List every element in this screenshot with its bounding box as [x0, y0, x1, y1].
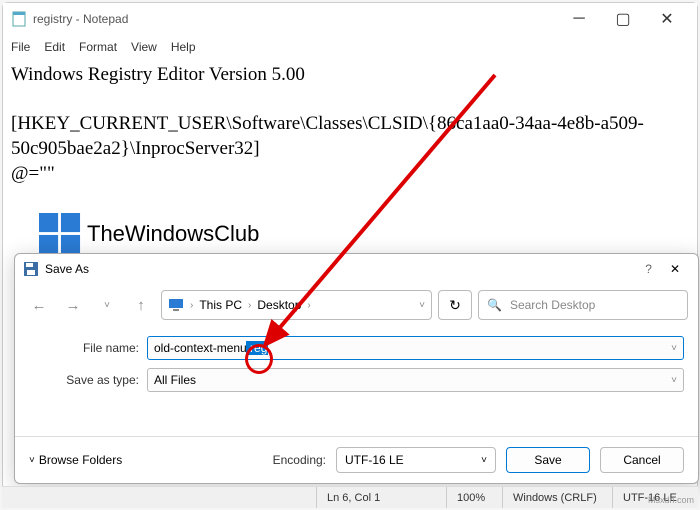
status-eol: Windows (CRLF) — [502, 487, 612, 508]
filename-text: old-context-menu — [154, 341, 247, 355]
type-label: Save as type: — [29, 373, 147, 387]
dialog-body: File name: old-context-menu.reg ˅ Save a… — [15, 326, 698, 436]
content-line: Windows Registry Editor Version 5.00 — [11, 63, 689, 88]
back-button[interactable]: ← — [25, 291, 53, 319]
minimize-button[interactable]: ─ — [557, 4, 601, 34]
close-button[interactable]: ✕ — [645, 4, 689, 34]
breadcrumb[interactable]: › This PC › Desktop › ˅ — [161, 290, 432, 320]
filename-selection: .reg — [246, 341, 269, 355]
menu-help[interactable]: Help — [171, 40, 196, 54]
cancel-button[interactable]: Cancel — [600, 447, 684, 473]
recent-dropdown-icon[interactable]: ˅ — [93, 291, 121, 319]
chevron-down-icon[interactable]: ˅ — [671, 343, 677, 354]
pc-icon — [168, 297, 184, 313]
refresh-button[interactable]: ↻ — [438, 290, 472, 320]
browse-folders-toggle[interactable]: ˅ Browse Folders — [29, 453, 122, 467]
menu-file[interactable]: File — [11, 40, 30, 54]
encoding-value: UTF-16 LE — [345, 453, 404, 467]
content-line: @="" — [11, 162, 689, 187]
search-placeholder: Search Desktop — [510, 298, 595, 312]
chevron-right-icon: › — [190, 300, 193, 311]
encoding-select[interactable]: UTF-16 LE ˅ — [336, 447, 496, 473]
menu-edit[interactable]: Edit — [44, 40, 65, 54]
save-button[interactable]: Save — [506, 447, 590, 473]
dialog-titlebar: Save As ? ✕ — [15, 254, 698, 284]
dialog-nav: ← → ˅ ↑ › This PC › Desktop › ˅ ↻ 🔍 Sear… — [15, 284, 698, 326]
filename-label: File name: — [29, 341, 147, 355]
dialog-close-button[interactable]: ✕ — [670, 262, 680, 276]
breadcrumb-folder[interactable]: Desktop — [257, 298, 301, 312]
chevron-right-icon: › — [307, 300, 310, 311]
filename-input[interactable]: old-context-menu.reg ˅ — [147, 336, 684, 360]
maximize-button[interactable]: ▢ — [601, 4, 645, 34]
save-icon — [23, 261, 39, 277]
up-button[interactable]: ↑ — [127, 291, 155, 319]
content-line: [HKEY_CURRENT_USER\Software\Classes\CLSI… — [11, 112, 689, 161]
status-zoom: 100% — [446, 487, 502, 508]
search-icon: 🔍 — [487, 298, 502, 312]
chevron-down-icon[interactable]: ˅ — [419, 300, 425, 311]
breadcrumb-pc[interactable]: This PC — [199, 298, 242, 312]
search-input[interactable]: 🔍 Search Desktop — [478, 290, 688, 320]
dialog-title: Save As — [45, 262, 89, 276]
menubar: File Edit Format View Help — [3, 35, 697, 59]
dialog-footer: ˅ Browse Folders Encoding: UTF-16 LE ˅ S… — [15, 436, 698, 483]
titlebar: registry - Notepad ─ ▢ ✕ — [3, 3, 697, 35]
dialog-help-button[interactable]: ? — [645, 262, 652, 276]
menu-view[interactable]: View — [131, 40, 157, 54]
brand-text: TheWindowsClub — [87, 220, 259, 249]
watermark: Msxdn.com — [648, 495, 694, 505]
encoding-label: Encoding: — [273, 453, 326, 467]
brand-logo-icon — [39, 213, 81, 255]
browse-label: Browse Folders — [39, 453, 122, 467]
chevron-down-icon: ˅ — [29, 455, 35, 466]
type-select[interactable]: All Files ˅ — [147, 368, 684, 392]
window-title: registry - Notepad — [33, 12, 128, 26]
status-position: Ln 6, Col 1 — [316, 487, 446, 508]
type-value: All Files — [154, 373, 196, 387]
chevron-down-icon[interactable]: ˅ — [671, 375, 677, 386]
window-controls: ─ ▢ ✕ — [557, 4, 689, 34]
brand-overlay: TheWindowsClub — [39, 213, 259, 255]
forward-button[interactable]: → — [59, 291, 87, 319]
save-as-dialog: Save As ? ✕ ← → ˅ ↑ › This PC › Desktop … — [14, 253, 699, 484]
chevron-right-icon: › — [248, 300, 251, 311]
notepad-icon — [11, 11, 27, 27]
chevron-down-icon: ˅ — [481, 455, 487, 466]
menu-format[interactable]: Format — [79, 40, 117, 54]
statusbar: Ln 6, Col 1 100% Windows (CRLF) UTF-16 L… — [2, 486, 698, 508]
